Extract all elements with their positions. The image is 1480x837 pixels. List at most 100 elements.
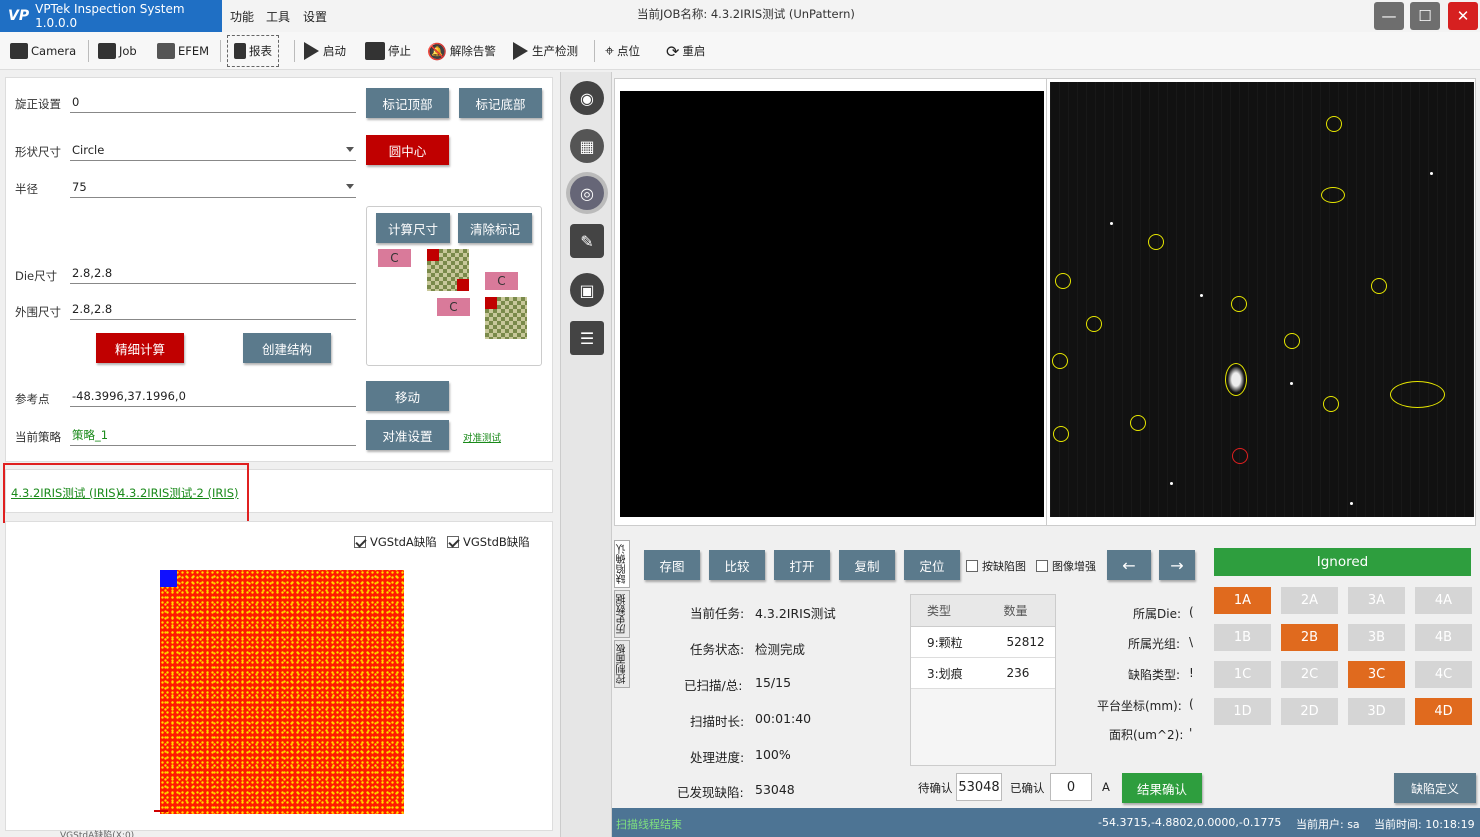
fine-calc-button[interactable]: 精细计算 (96, 333, 184, 363)
job-button[interactable]: Job (98, 38, 137, 64)
grid-cell-1b[interactable]: 1B (1214, 624, 1271, 651)
production-button[interactable]: 生产检测 (513, 38, 578, 64)
defect-define-button[interactable]: 缺陷定义 (1394, 773, 1476, 803)
efem-button[interactable]: EFEM (157, 38, 209, 64)
defect-marker[interactable] (1148, 234, 1164, 250)
selected-defect-marker[interactable] (1232, 448, 1248, 464)
create-structure-button[interactable]: 创建结构 (243, 333, 331, 363)
status-banner: Ignored (1214, 548, 1471, 576)
particle (1170, 482, 1173, 485)
grid-cell-3c[interactable]: 3C (1348, 661, 1405, 688)
circle-center-button[interactable]: 圆中心 (366, 135, 449, 165)
grid-tool-icon[interactable]: ▦ (570, 129, 604, 163)
tab-history[interactable]: 历史数据 (614, 590, 630, 638)
tab-control-panel[interactable]: 控制面板 (614, 640, 630, 688)
minimize-button[interactable]: — (1374, 2, 1404, 30)
defect-marker[interactable] (1326, 116, 1342, 132)
camera-button[interactable]: Camera (10, 38, 76, 64)
checklist-tool-icon[interactable]: ☰ (570, 321, 604, 355)
outer-size-input[interactable]: 2.8,2.8 (70, 298, 356, 320)
locate-button[interactable]: 定位 (904, 550, 960, 580)
mark-bottom-button[interactable]: 标记底部 (459, 88, 542, 118)
camera-tool-icon[interactable]: ◉ (570, 81, 604, 115)
stop-label: 停止 (388, 44, 411, 58)
defect-marker[interactable] (1371, 278, 1387, 294)
mark-top-button[interactable]: 标记顶部 (366, 88, 449, 118)
clear-alarm-button[interactable]: 🔕 解除告警 (427, 38, 496, 64)
grid-cell-2b[interactable]: 2B (1281, 624, 1338, 651)
defect-marker[interactable] (1052, 353, 1068, 369)
grid-cell-2c[interactable]: 2C (1281, 661, 1338, 688)
prev-button[interactable]: ← (1107, 550, 1151, 580)
grid-cell-2d[interactable]: 2D (1281, 698, 1338, 725)
table-row[interactable]: 9:颗粒 52812 (911, 627, 1055, 658)
align-setting-button[interactable]: 对准设置 (366, 420, 449, 450)
restart-button[interactable]: ⟳ 重启 (666, 38, 705, 64)
scanned-value: 15/15 (755, 675, 792, 690)
compare-button[interactable]: 比较 (709, 550, 765, 580)
defect-marker[interactable] (1323, 396, 1339, 412)
grid-cell-3d[interactable]: 3D (1348, 698, 1405, 725)
ruler-tool-icon[interactable]: ✎ (570, 224, 604, 258)
stop-button[interactable]: 停止 (365, 38, 411, 64)
open-button[interactable]: 打开 (774, 550, 830, 580)
ref-point-input[interactable]: -48.3996,37.1996,0 (70, 385, 356, 407)
image-view-right[interactable] (1050, 82, 1474, 517)
image-view-left-frame (614, 78, 1050, 526)
defect-marker[interactable] (1390, 381, 1445, 408)
defect-marker[interactable] (1231, 296, 1247, 312)
save-image-button[interactable]: 存图 (644, 550, 700, 580)
move-button[interactable]: 移动 (366, 381, 449, 411)
defect-marker[interactable] (1321, 187, 1345, 203)
grid-cell-1d[interactable]: 1D (1214, 698, 1271, 725)
defect-marker[interactable] (1055, 273, 1071, 289)
maximize-button[interactable]: ☐ (1410, 2, 1440, 30)
grid-cell-2a[interactable]: 2A (1281, 587, 1338, 614)
image-view-left[interactable] (620, 91, 1044, 517)
align-test-link[interactable]: 对准测试 (463, 430, 501, 444)
grid-cell-4d[interactable]: 4D (1415, 698, 1472, 725)
strategy-input[interactable]: 策略_1 (70, 424, 356, 446)
defect-marker[interactable] (1086, 316, 1102, 332)
defect-image-checkbox[interactable]: 按缺陷图 (966, 558, 1026, 574)
wafer-defect-map[interactable] (160, 570, 404, 814)
grid-cell-3a[interactable]: 3A (1348, 587, 1405, 614)
calc-size-button[interactable]: 计算尺寸 (376, 213, 450, 243)
start-button[interactable]: 启动 (304, 38, 346, 64)
next-button[interactable]: → (1159, 550, 1195, 580)
particle (1430, 172, 1433, 175)
grid-cell-4a[interactable]: 4A (1415, 587, 1472, 614)
table-row[interactable]: 3:划痕 236 (911, 658, 1055, 689)
grid-cell-1a[interactable]: 1A (1214, 587, 1271, 614)
grid-cell-1c[interactable]: 1C (1214, 661, 1271, 688)
defect-marker[interactable] (1284, 333, 1300, 349)
vgstda-checkbox[interactable]: VGStdA缺陷 (354, 534, 437, 550)
menu-settings[interactable]: 设置 (303, 8, 327, 25)
menu-tools[interactable]: 工具 (266, 8, 290, 25)
confirmed-count[interactable]: 0 (1050, 773, 1092, 801)
enhance-checkbox[interactable]: 图像增强 (1036, 558, 1096, 574)
vgstdb-checkbox[interactable]: VGStdB缺陷 (447, 534, 530, 550)
defect-marker[interactable] (1225, 363, 1247, 396)
defect-marker[interactable] (1130, 415, 1146, 431)
clear-mark-button[interactable]: 清除标记 (458, 213, 532, 243)
grid-cell-3b[interactable]: 3B (1348, 624, 1405, 651)
close-button[interactable]: ✕ (1448, 2, 1478, 30)
radius-select[interactable]: 75 (70, 176, 356, 198)
grid-cell-4b[interactable]: 4B (1415, 624, 1472, 651)
efem-label: EFEM (178, 44, 210, 58)
defect-marker[interactable] (1053, 426, 1069, 442)
copy-button[interactable]: 复制 (839, 550, 895, 580)
tab-defect-confirm[interactable]: 缺陷确认 (614, 540, 630, 588)
wafer-tool-icon[interactable]: ◎ (570, 176, 604, 210)
menu-function[interactable]: 功能 (230, 8, 254, 25)
grid-cell-4c[interactable]: 4C (1415, 661, 1472, 688)
die-size-input[interactable]: 2.8,2.8 (70, 262, 356, 284)
confirm-result-button[interactable]: 结果确认 (1122, 773, 1202, 803)
shape-select[interactable]: Circle (70, 139, 356, 161)
report-button[interactable]: 报表 (227, 35, 279, 67)
image-tool-icon[interactable]: ▣ (570, 273, 604, 307)
rotate-input[interactable]: 0 (70, 91, 356, 113)
point-button[interactable]: ⌖ 点位 (605, 38, 640, 64)
marker-c: C (485, 272, 518, 290)
